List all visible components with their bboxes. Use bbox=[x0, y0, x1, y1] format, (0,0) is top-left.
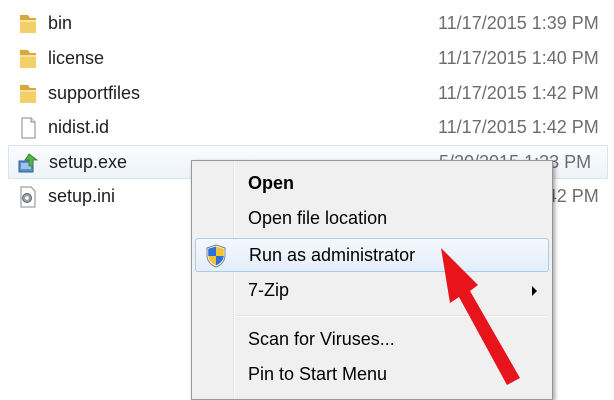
menu-item-label: Open bbox=[248, 173, 295, 193]
menu-item-label: Pin to Start Menu bbox=[248, 364, 388, 384]
file-date: 11/17/2015 1:42 PM bbox=[438, 83, 599, 103]
menu-separator bbox=[236, 315, 546, 317]
file-date: 11/17/2015 1:40 PM bbox=[438, 48, 599, 68]
file-date: 11/17/2015 1:39 PM bbox=[438, 13, 599, 33]
folder-icon bbox=[20, 15, 36, 33]
folder-icon bbox=[20, 85, 36, 103]
file-name: bin bbox=[48, 13, 73, 33]
uac-shield-icon bbox=[206, 244, 226, 268]
menu-item-scan-for-viruses[interactable]: Scan for Viruses... bbox=[195, 323, 549, 357]
file-date: 11/17/2015 1:42 PM bbox=[438, 117, 599, 137]
menu-item-open[interactable]: Open bbox=[195, 167, 549, 201]
menu-item-run-as-administrator[interactable]: Run as administrator bbox=[195, 238, 549, 272]
context-menu: Open Open file location Run as administr… bbox=[191, 160, 553, 400]
file-name: setup.ini bbox=[48, 186, 116, 206]
installer-icon bbox=[18, 153, 39, 173]
menu-item-open-file-location[interactable]: Open file location bbox=[195, 202, 549, 236]
file-name: license bbox=[48, 48, 105, 68]
menu-item-7zip[interactable]: 7-Zip bbox=[195, 274, 549, 308]
document-icon bbox=[21, 117, 36, 139]
file-row-bin[interactable]: bin 11/17/2015 1:39 PM bbox=[8, 7, 608, 41]
menu-item-label: 7-Zip bbox=[248, 280, 290, 300]
folder-icon bbox=[20, 50, 36, 68]
file-row-license[interactable]: license 11/17/2015 1:40 PM bbox=[8, 42, 608, 76]
menu-item-label: Open file location bbox=[248, 208, 388, 228]
submenu-arrow-icon bbox=[532, 286, 537, 296]
file-name: nidist.id bbox=[48, 117, 110, 137]
file-name: setup.exe bbox=[49, 152, 128, 172]
file-row-supportfiles[interactable]: supportfiles 11/17/2015 1:42 PM bbox=[8, 77, 608, 111]
file-row-nidist[interactable]: nidist.id 11/17/2015 1:42 PM bbox=[8, 111, 608, 145]
menu-item-pin-to-start-menu[interactable]: Pin to Start Menu bbox=[195, 358, 549, 392]
settings-file-icon bbox=[20, 186, 36, 208]
file-name: supportfiles bbox=[48, 83, 141, 103]
menu-item-label: Scan for Viruses... bbox=[248, 329, 395, 349]
menu-item-label: Run as administrator bbox=[249, 245, 416, 265]
